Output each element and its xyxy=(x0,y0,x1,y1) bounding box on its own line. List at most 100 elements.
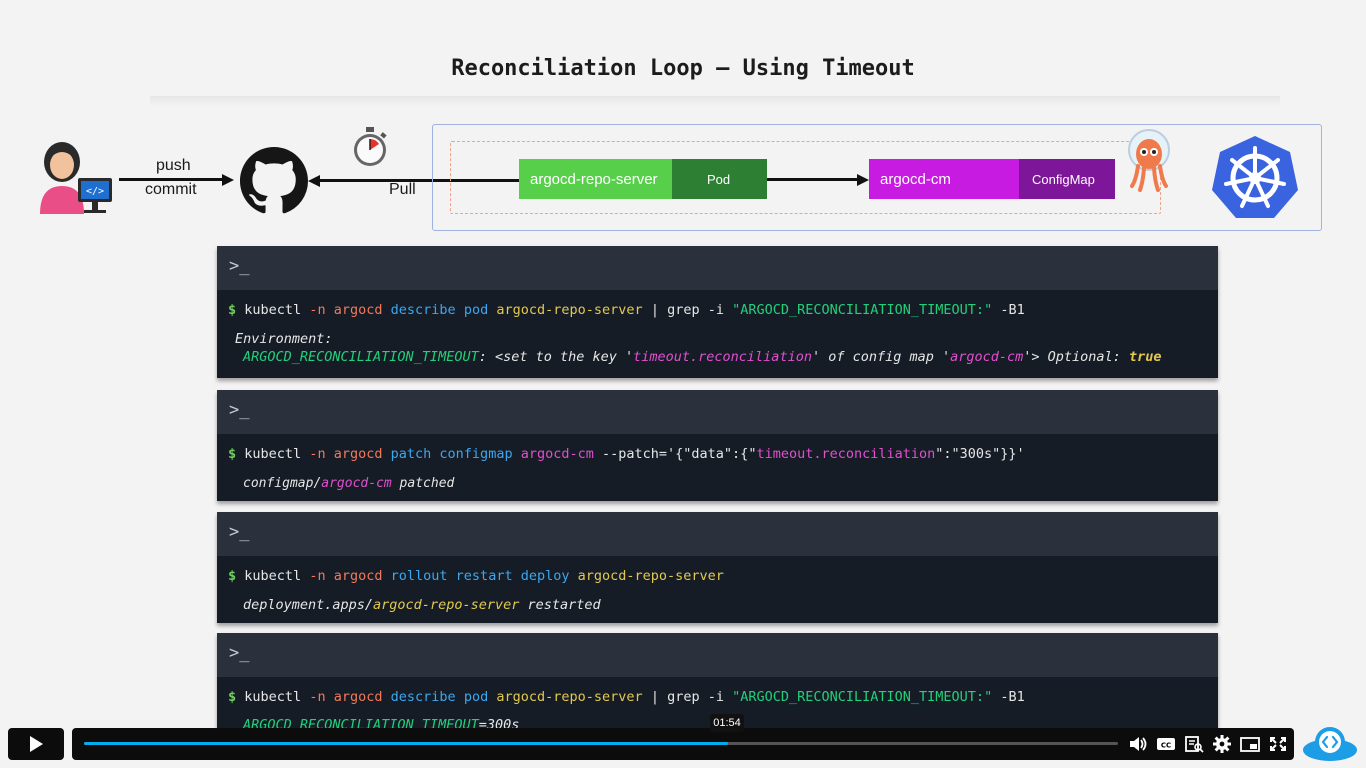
terminal-command: $ kubectl -n argocd patch configmap argo… xyxy=(228,446,1025,462)
terminal-prompt-icon: >_ xyxy=(229,643,250,663)
svg-text:</>: </> xyxy=(86,186,104,197)
cmd-token: argocd-repo-server xyxy=(577,568,724,584)
cmd-token: "ARGOCD_RECONCILIATION_TIMEOUT:" xyxy=(732,689,993,705)
cmd-token: timeout.reconciliation xyxy=(756,446,936,462)
picture-in-picture-icon[interactable] xyxy=(1239,734,1261,754)
cmd-token: argocd xyxy=(333,568,383,584)
stopwatch-icon xyxy=(354,127,387,166)
play-icon xyxy=(30,736,43,752)
developer-icon: </> xyxy=(40,142,112,214)
cmd-token: -n xyxy=(309,689,326,705)
cmd-token: kubectl xyxy=(244,446,302,462)
cmd-token: pod xyxy=(463,689,489,705)
terminal-prompt-icon: >_ xyxy=(229,522,250,542)
terminal-header: >_ xyxy=(217,390,1218,434)
terminal-command: $ kubectl -n argocd describe pod argocd-… xyxy=(228,302,1025,318)
cmd-token: describe xyxy=(390,689,456,705)
github-icon xyxy=(240,147,308,214)
kubernetes-icon xyxy=(1212,136,1298,218)
cmd-token: argocd-repo-server xyxy=(496,302,643,318)
cmd-token: describe xyxy=(390,302,456,318)
cmd-token: ":"300s"}}' xyxy=(935,446,1025,462)
cmd-token: kubectl xyxy=(244,689,302,705)
brand-icon[interactable] xyxy=(1302,726,1358,762)
cmd-dollar: $ xyxy=(228,446,237,462)
terminal-header: >_ xyxy=(217,633,1218,677)
cmd-token: --patch='{"data":{" xyxy=(602,446,757,462)
terminal-prompt-icon: >_ xyxy=(229,256,250,276)
title-divider xyxy=(150,96,1280,106)
pod-name: argocd-repo-server xyxy=(519,159,672,199)
cmd-dollar: $ xyxy=(228,568,237,584)
terminal-command: $ kubectl -n argocd rollout restart depl… xyxy=(228,568,724,584)
output-token: deployment.apps/ xyxy=(243,597,374,613)
cmd-token: kubectl xyxy=(244,568,302,584)
cmd-token: pod xyxy=(463,302,489,318)
fullscreen-icon[interactable] xyxy=(1267,734,1289,754)
cmd-token: argocd xyxy=(333,302,383,318)
output-token: patched xyxy=(391,476,455,491)
output-token: : <set to the key ' xyxy=(478,349,634,365)
terminal-output-line: Environment: xyxy=(235,331,333,347)
pull-arrow-head xyxy=(308,174,320,187)
push-label: push xyxy=(156,157,191,174)
terminal-output-line: ARGOCD_RECONCILIATION_TIMEOUT: <set to t… xyxy=(243,349,1161,365)
cmd-token: argocd-repo-server xyxy=(496,689,643,705)
progress-track[interactable] xyxy=(84,742,1118,745)
terminal-header: >_ xyxy=(217,512,1218,556)
cmd-token: -n xyxy=(309,568,326,584)
output-token: timeout.reconciliation xyxy=(633,349,812,365)
pod-kind: Pod xyxy=(672,159,767,199)
cmd-dollar: $ xyxy=(228,302,237,318)
pull-label: Pull xyxy=(389,181,416,198)
configmap-kind: ConfigMap xyxy=(1019,159,1115,199)
push-arrow-head xyxy=(222,173,234,186)
output-token: ARGOCD_RECONCILIATION_TIMEOUT xyxy=(243,349,479,365)
output-token: argocd-repo-server xyxy=(373,597,520,613)
terminal-output-line: deployment.apps/argocd-repo-server resta… xyxy=(243,597,601,613)
pod-to-configmap-arrow-head xyxy=(857,173,869,186)
terminal-rollout-restart: >_ $ kubectl -n argocd rollout restart d… xyxy=(217,512,1218,623)
captions-icon[interactable]: CC xyxy=(1155,734,1177,754)
cmd-token: -B1 xyxy=(1000,302,1025,318)
svg-text:CC: CC xyxy=(1161,742,1171,750)
terminal-patch-configmap: >_ $ kubectl -n argocd patch configmap a… xyxy=(217,390,1218,501)
repo-server-pod: argocd-repo-server Pod xyxy=(519,159,767,199)
cmd-dollar: $ xyxy=(228,689,237,705)
cmd-token: -n xyxy=(309,446,326,462)
volume-icon[interactable] xyxy=(1127,734,1149,754)
cmd-token: kubectl xyxy=(244,302,302,318)
transcript-icon[interactable] xyxy=(1183,734,1205,754)
terminal-describe-pod: >_ $ kubectl -n argocd describe pod argo… xyxy=(217,246,1218,378)
cmd-token: argocd xyxy=(333,446,383,462)
play-button[interactable] xyxy=(8,728,64,760)
cmd-token: argocd-cm xyxy=(520,446,594,462)
time-tooltip: 01:54 xyxy=(710,714,744,732)
terminal-header: >_ xyxy=(217,246,1218,290)
cmd-token: patch configmap xyxy=(390,446,513,462)
cmd-token: "ARGOCD_RECONCILIATION_TIMEOUT:" xyxy=(732,302,993,318)
video-frame: Reconciliation Loop – Using Timeout </> … xyxy=(0,0,1366,768)
settings-icon[interactable] xyxy=(1211,734,1233,754)
cmd-token: -n xyxy=(309,302,326,318)
cmd-token: argocd xyxy=(333,689,383,705)
pod-to-configmap-arrow xyxy=(767,178,859,181)
terminal-command: $ kubectl -n argocd describe pod argocd-… xyxy=(228,689,1025,705)
output-token: ' of config map ' xyxy=(811,349,951,365)
terminal-prompt-icon: >_ xyxy=(229,400,250,420)
output-token: '> Optional: xyxy=(1023,349,1129,365)
commit-label: commit xyxy=(145,181,197,198)
output-token: configmap/ xyxy=(243,476,322,491)
cmd-token: rollout restart deploy xyxy=(390,568,570,584)
output-token: true xyxy=(1128,349,1162,365)
argo-octopus-icon xyxy=(1128,129,1170,192)
cmd-token: | grep -i xyxy=(650,302,724,318)
cmd-token: | grep -i xyxy=(650,689,724,705)
argocd-configmap: argocd-cm ConfigMap xyxy=(869,159,1115,199)
slide-title: Reconciliation Loop – Using Timeout xyxy=(451,56,915,81)
output-token: argocd-cm xyxy=(950,349,1024,365)
configmap-name: argocd-cm xyxy=(869,159,1019,199)
output-token: argocd-cm xyxy=(321,476,392,491)
progress-fill xyxy=(84,742,729,745)
terminal-output-line: configmap/argocd-cm patched xyxy=(243,476,454,491)
